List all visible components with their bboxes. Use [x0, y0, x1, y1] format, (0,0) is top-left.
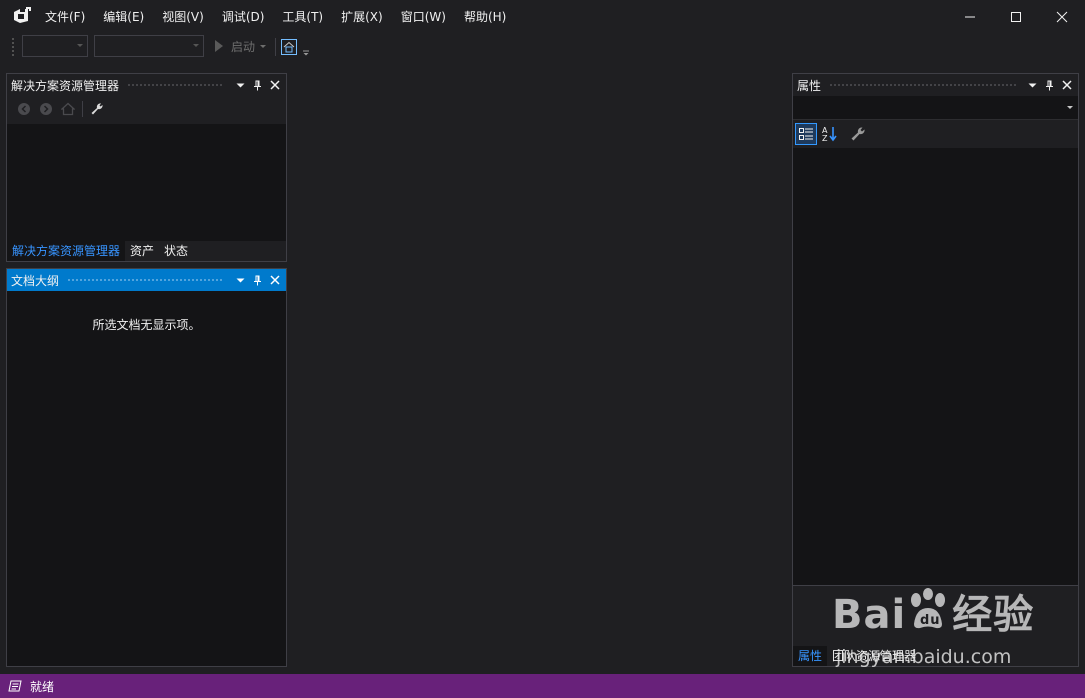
close-panel-button[interactable]	[266, 272, 283, 289]
wrench-icon	[851, 127, 865, 141]
maximize-icon	[1011, 12, 1021, 22]
tab-solution-explorer[interactable]: 解决方案资源管理器	[7, 241, 126, 261]
menu-debug[interactable]: 调试(D)	[213, 6, 274, 28]
chevron-down-icon	[236, 278, 245, 282]
document-outline-title: 文档大纲	[11, 273, 60, 288]
header-grip	[67, 277, 224, 283]
status-text: 就绪	[30, 679, 55, 694]
standard-toolbar: 启动	[0, 34, 1085, 60]
toolbar-separator	[275, 38, 276, 56]
properties-panel: 属性 A Z 属性 团队资源管理器	[792, 73, 1079, 667]
toolbar-overflow-icon[interactable]	[302, 43, 310, 57]
pin-button[interactable]	[249, 77, 266, 94]
back-arrow-icon	[18, 103, 30, 115]
solution-explorer-header[interactable]: 解决方案资源管理器	[7, 74, 286, 96]
object-selector-combo[interactable]	[793, 96, 1078, 120]
property-description-area	[793, 585, 1078, 646]
forward-arrow-icon	[40, 103, 52, 115]
properties-tabs: 属性 团队资源管理器	[793, 646, 1078, 666]
properties-toolbar: A Z	[793, 121, 1078, 147]
pin-button[interactable]	[249, 272, 266, 289]
categorized-icon	[799, 128, 813, 140]
menu-bar: 文件(F) 编辑(E) 视图(V) 调试(D) 工具(T) 扩展(X) 窗口(W…	[36, 0, 515, 34]
sort-alphabetical-icon: A Z	[822, 126, 837, 143]
solution-explorer-panel: 解决方案资源管理器 解决方案资源管理器 资产 状态	[6, 73, 287, 262]
categorized-button[interactable]	[795, 123, 817, 145]
close-icon	[269, 80, 280, 90]
window-position-button[interactable]	[232, 77, 249, 94]
wrench-icon	[91, 103, 103, 115]
pin-icon	[254, 80, 261, 90]
toolbar-grip[interactable]	[11, 37, 16, 57]
header-grip	[127, 82, 224, 88]
tab-team-explorer[interactable]: 团队资源管理器	[827, 646, 921, 666]
chevron-down-icon	[1028, 83, 1037, 87]
platform-combo[interactable]	[94, 35, 204, 57]
properties-title: 属性	[797, 78, 822, 93]
home-view-button[interactable]	[57, 98, 79, 120]
tab-properties[interactable]: 属性	[793, 646, 828, 666]
start-label: 启动	[231, 39, 256, 54]
minimize-icon	[965, 16, 975, 18]
close-panel-button[interactable]	[1058, 77, 1075, 94]
home-button[interactable]	[281, 39, 297, 55]
alphabetical-button[interactable]: A Z	[819, 123, 841, 145]
close-window-button[interactable]	[1039, 0, 1085, 34]
chevron-down-icon	[260, 44, 267, 48]
menu-edit[interactable]: 编辑(E)	[94, 6, 153, 28]
properties-button[interactable]	[86, 98, 108, 120]
svg-text:Z: Z	[822, 134, 828, 143]
menu-window[interactable]: 窗口(W)	[392, 6, 455, 28]
chevron-down-icon	[236, 83, 245, 87]
empty-outline-message: 所选文档无显示项。	[92, 318, 201, 332]
tab-assets[interactable]: 资产	[125, 241, 159, 261]
chevron-down-icon	[193, 44, 199, 47]
solution-explorer-toolbar	[7, 96, 286, 122]
pin-icon	[1046, 80, 1053, 90]
menu-view[interactable]: 视图(V)	[153, 6, 213, 28]
start-button[interactable]: 启动	[211, 35, 267, 57]
blend-logo-icon	[14, 7, 31, 23]
minimize-button[interactable]	[947, 0, 993, 34]
menu-tools[interactable]: 工具(T)	[273, 6, 332, 28]
menu-help[interactable]: 帮助(H)	[455, 6, 515, 28]
property-pages-button[interactable]	[847, 123, 869, 145]
chevron-down-icon	[77, 44, 83, 47]
home-icon	[61, 102, 75, 116]
tab-states[interactable]: 状态	[159, 241, 193, 261]
menu-file[interactable]: 文件(F)	[36, 6, 94, 28]
play-icon	[215, 40, 223, 52]
pin-button[interactable]	[1041, 77, 1058, 94]
close-icon	[1061, 80, 1072, 90]
status-bar: 就绪	[0, 674, 1085, 698]
properties-header[interactable]: 属性	[793, 74, 1078, 96]
window-position-button[interactable]	[1024, 77, 1041, 94]
title-bar: 文件(F) 编辑(E) 视图(V) 调试(D) 工具(T) 扩展(X) 窗口(W…	[0, 0, 1085, 34]
solution-explorer-title: 解决方案资源管理器	[11, 78, 120, 93]
window-controls	[947, 0, 1085, 34]
header-grip	[829, 82, 1016, 88]
configuration-combo[interactable]	[22, 35, 88, 57]
home-icon	[283, 41, 295, 53]
solution-explorer-tabs: 解决方案资源管理器 资产 状态	[7, 241, 286, 261]
close-panel-button[interactable]	[266, 77, 283, 94]
chevron-down-icon	[1067, 106, 1073, 109]
document-outline-header[interactable]: 文档大纲	[7, 269, 286, 291]
window-position-button[interactable]	[232, 272, 249, 289]
document-outline-panel: 文档大纲 所选文档无显示项。	[6, 268, 287, 667]
maximize-button[interactable]	[993, 0, 1039, 34]
pin-icon	[254, 275, 261, 285]
toolbar-separator	[82, 101, 83, 117]
close-icon	[269, 275, 280, 285]
solution-explorer-tree[interactable]	[7, 124, 286, 241]
output-icon	[8, 680, 22, 692]
back-button[interactable]	[13, 98, 35, 120]
forward-button[interactable]	[35, 98, 57, 120]
property-grid[interactable]	[793, 148, 1078, 585]
close-icon	[1056, 11, 1068, 23]
menu-extensions[interactable]: 扩展(X)	[332, 6, 392, 28]
